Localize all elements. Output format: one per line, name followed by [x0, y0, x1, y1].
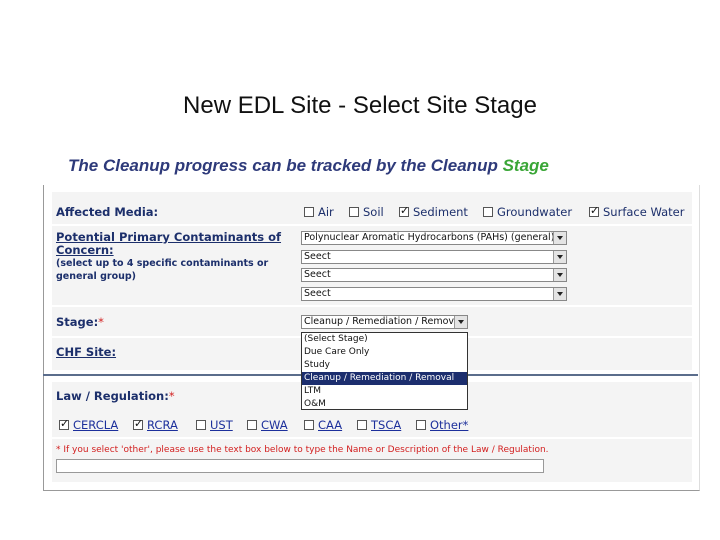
checkbox-box[interactable] [483, 207, 493, 217]
contaminants-note: (select up to 4 specific contaminants or [56, 258, 269, 269]
required-marker: * [168, 389, 175, 403]
law-link[interactable]: UST [210, 418, 233, 432]
cwa-checkbox[interactable]: CWA [247, 418, 288, 432]
select-value: Seect [304, 251, 331, 262]
checkbox-box[interactable] [196, 420, 206, 430]
ust-checkbox[interactable]: UST [196, 418, 233, 432]
caa-checkbox[interactable]: CAA [304, 418, 342, 432]
other-law-note: * If you select 'other', please use the … [56, 445, 549, 455]
groundwater-checkbox[interactable]: Groundwater [483, 205, 572, 219]
checkbox-box[interactable] [589, 204, 599, 217]
required-marker: * [98, 315, 104, 329]
other-law-input[interactable] [56, 459, 544, 473]
checkbox-label: Surface Water [603, 205, 685, 219]
air-checkbox[interactable]: Air [304, 205, 334, 219]
law-link[interactable]: RCRA [147, 418, 178, 432]
chevron-down-icon[interactable] [553, 232, 566, 244]
stage-option[interactable]: Due Care Only [302, 346, 467, 359]
checkbox-box[interactable] [133, 417, 143, 430]
law-link[interactable]: Other* [430, 418, 468, 432]
stage-option-highlighted[interactable]: Cleanup / Remediation / Removal [302, 372, 467, 385]
chevron-down-icon[interactable] [553, 288, 566, 300]
stage-option[interactable]: LTM [302, 385, 467, 398]
checkbox-box[interactable] [357, 420, 367, 430]
rcra-checkbox[interactable]: RCRA [133, 417, 178, 432]
checkbox-box[interactable] [247, 420, 257, 430]
contaminants-label: Potential Primary Contaminants of [56, 230, 282, 244]
checkbox-box[interactable] [304, 207, 314, 217]
select-value: Seect [304, 269, 331, 280]
subtitle-accent: Stage [502, 156, 549, 175]
select-value: Cleanup / Remediation / Removal [304, 316, 463, 327]
stage-label: Stage:* [56, 315, 104, 329]
contaminant-select-3[interactable]: Seect [301, 268, 567, 282]
sediment-checkbox[interactable]: Sediment [399, 204, 468, 219]
checkbox-label: Soil [363, 205, 384, 219]
subtitle: The Cleanup progress can be tracked by t… [68, 156, 549, 176]
chevron-down-icon[interactable] [454, 316, 467, 328]
subtitle-text: The Cleanup progress can be tracked by t… [68, 156, 503, 175]
contaminants-label-cont: Concern: [56, 243, 114, 257]
checkbox-label: Groundwater [497, 205, 573, 219]
checkbox-box[interactable] [59, 417, 69, 430]
law-link[interactable]: CERCLA [73, 418, 118, 432]
stage-option[interactable]: O&M [302, 398, 467, 411]
chevron-down-icon[interactable] [553, 269, 566, 281]
law-label-text: Law / Regulation: [56, 389, 169, 403]
contaminant-select-2[interactable]: Seect [301, 250, 567, 264]
row-divider [52, 224, 692, 226]
contaminants-note-cont: general group) [56, 271, 137, 282]
law-link[interactable]: CWA [261, 418, 288, 432]
checkbox-label: Air [318, 205, 334, 219]
row-divider [52, 305, 692, 307]
other-checkbox[interactable]: Other* [416, 418, 468, 432]
page-title: New EDL Site - Select Site Stage [183, 92, 537, 119]
law-regulation-label: Law / Regulation:* [56, 389, 175, 403]
contaminant-select-1[interactable]: Polynuclear Aromatic Hydrocarbons (PAHs)… [301, 231, 567, 245]
checkbox-label: Sediment [413, 205, 468, 219]
stage-dropdown-list: (Select Stage) Due Care Only Study Clean… [301, 332, 468, 410]
checkbox-box[interactable] [416, 420, 426, 430]
affected-media-label: Affected Media: [56, 205, 159, 219]
surface-water-checkbox[interactable]: Surface Water [589, 204, 685, 219]
row-divider [52, 437, 692, 439]
law-link[interactable]: TSCA [371, 418, 401, 432]
checkbox-box[interactable] [349, 207, 359, 217]
stage-option[interactable]: (Select Stage) [302, 333, 467, 346]
stage-label-text: Stage: [56, 315, 99, 329]
tsca-checkbox[interactable]: TSCA [357, 418, 401, 432]
law-link[interactable]: CAA [318, 418, 342, 432]
stage-option[interactable]: Study [302, 359, 467, 372]
soil-checkbox[interactable]: Soil [349, 205, 384, 219]
checkbox-box[interactable] [304, 420, 314, 430]
stage-select[interactable]: Cleanup / Remediation / Removal [301, 315, 468, 329]
chf-site-label: CHF Site: [56, 345, 117, 359]
select-value: Seect [304, 288, 331, 299]
chevron-down-icon[interactable] [553, 251, 566, 263]
checkbox-box[interactable] [399, 204, 409, 217]
contaminant-select-4[interactable]: Seect [301, 287, 567, 301]
select-value: Polynuclear Aromatic Hydrocarbons (PAHs)… [304, 232, 555, 243]
cercla-checkbox[interactable]: CERCLA [59, 417, 118, 432]
